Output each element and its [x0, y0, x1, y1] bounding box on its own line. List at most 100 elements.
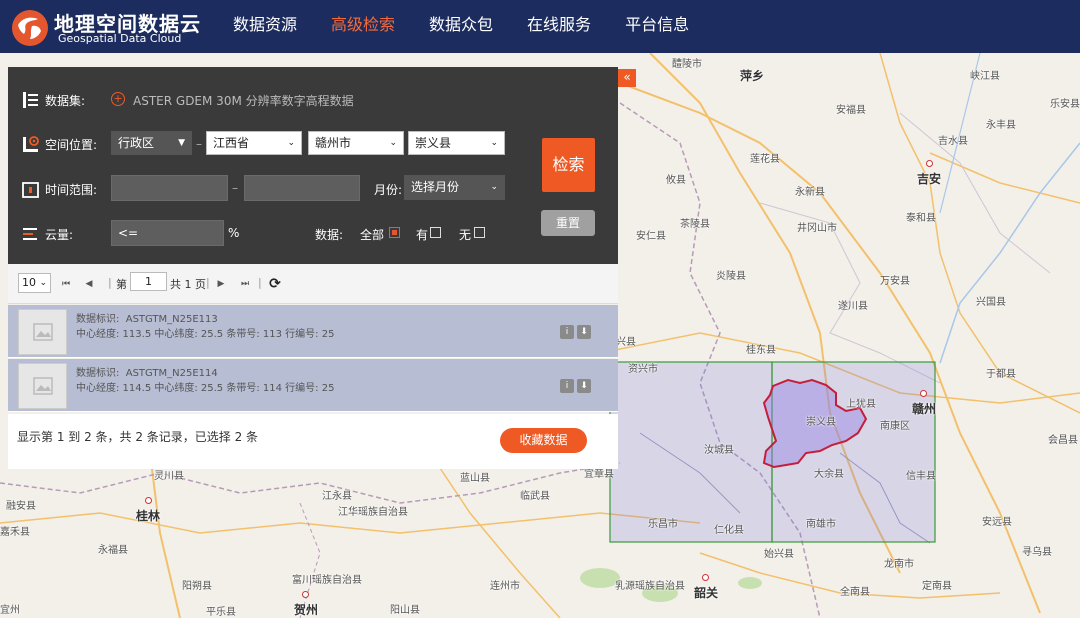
map-label: 临武县 [520, 491, 550, 502]
county-select[interactable]: 崇义县 ⌄ [408, 131, 505, 155]
collapse-panel-button[interactable]: « [618, 69, 636, 87]
page-prefix: 第 [116, 278, 127, 291]
map-label: 始兴县 [764, 549, 794, 560]
pager-separator: | [108, 276, 112, 289]
cloud-label: 云量: [45, 228, 74, 242]
map-label: 阳朔县 [182, 581, 212, 592]
thumbnail-image[interactable] [18, 363, 67, 409]
chevron-down-icon: ⌄ [389, 138, 397, 148]
map-label: 乳源瑶族自治县 [615, 581, 685, 592]
map-label: 韶关 [694, 586, 719, 600]
map-label: 吉安 [917, 172, 942, 186]
refresh-icon[interactable]: ⟳ [266, 274, 284, 294]
nav-online-services[interactable]: 在线服务 [510, 0, 608, 53]
city-select[interactable]: 赣州市 ⌄ [308, 131, 404, 155]
cloud-input[interactable]: <= [111, 220, 224, 246]
start-date-input[interactable] [111, 175, 228, 201]
map-label: 炎陵县 [716, 271, 746, 282]
map-label: 资兴市 [628, 364, 658, 375]
last-page-icon[interactable]: ⏭ [236, 274, 254, 294]
map-label: 仁化县 [714, 525, 744, 536]
city-marker [920, 390, 927, 397]
option-no-label: 无 [459, 228, 472, 242]
map-label: 桂林 [136, 509, 161, 523]
next-page-icon[interactable]: ▶ [212, 274, 230, 294]
map-label: 宜州 [0, 605, 20, 616]
city-marker [145, 497, 152, 504]
search-button[interactable]: 检索 [542, 138, 595, 192]
globe-icon [12, 10, 48, 46]
map-label: 安远县 [982, 517, 1012, 528]
record-id-line: 数据标识: ASTGTM_N25E113 [76, 310, 218, 325]
download-icon[interactable]: ⬇ [577, 325, 591, 339]
map-label: 兴县 [616, 337, 636, 348]
province-value: 江西省 [213, 136, 250, 150]
option-all-checkbox[interactable] [389, 227, 400, 238]
thumbnail-image[interactable] [18, 309, 67, 355]
city-marker [702, 574, 709, 581]
chevron-down-icon: ⌄ [490, 182, 498, 192]
download-icon[interactable]: ⬇ [577, 379, 591, 393]
map-label: 莲花县 [750, 154, 780, 165]
data-label: 数据: [315, 228, 344, 242]
page-size-select[interactable]: 10 ⌄ [18, 273, 51, 293]
first-page-icon[interactable]: ⏮ [57, 274, 75, 294]
option-no-checkbox[interactable] [474, 227, 485, 238]
logo-subtitle: Geospatial Data Cloud [58, 32, 182, 45]
calendar-icon [22, 180, 40, 198]
info-icon[interactable]: i [560, 325, 574, 339]
location-type-value: 行政区 [118, 136, 155, 150]
add-dataset-icon[interactable]: + [111, 92, 125, 106]
map-label: 大余县 [814, 469, 844, 480]
map-label: 崇义县 [806, 417, 836, 428]
map-label: 吉水县 [938, 136, 968, 147]
city-value: 赣州市 [315, 136, 352, 150]
map-label: 乐安县 [1050, 99, 1080, 110]
map-label: 赣州 [912, 402, 937, 416]
list-item[interactable]: 数据标识: ASTGTM_N25E113 中心经度: 113.5 中心纬度: 2… [8, 305, 618, 358]
collect-data-button[interactable]: 收藏数据 [500, 428, 587, 453]
chevron-down-icon: ⌄ [490, 138, 498, 148]
location-type-select[interactable]: 行政区 ▼ [111, 131, 192, 155]
map-label: 灵川县 [154, 471, 184, 482]
nav-data-resources[interactable]: 数据资源 [216, 0, 314, 53]
page-number-input[interactable]: 1 [130, 272, 167, 291]
map-label: 永福县 [98, 545, 128, 556]
info-icon[interactable]: i [560, 379, 574, 393]
nav-crowdsourcing[interactable]: 数据众包 [412, 0, 510, 53]
month-label: 月份: [374, 183, 403, 197]
map-label: 遂川县 [838, 301, 868, 312]
map-label: 贺州 [294, 603, 319, 617]
results-footer: 显示第 1 到 2 条，共 2 条记录，已选择 2 条 收藏数据 [8, 414, 618, 469]
map-label: 江华瑶族自治县 [338, 507, 408, 518]
chevron-down-icon: ⌄ [287, 138, 295, 148]
dataset-value[interactable]: ASTER GDEM 30M 分辨率数字高程数据 [133, 92, 354, 109]
nav-advanced-search[interactable]: 高级检索 [314, 0, 412, 53]
top-header: 地理空间数据云 Geospatial Data Cloud 数据资源 高级检索 … [0, 0, 1080, 53]
separator: – [232, 181, 238, 195]
record-id-value: ASTGTM_N25E113 [125, 314, 218, 325]
option-yes-checkbox[interactable] [430, 227, 441, 238]
list-item[interactable]: 数据标识: ASTGTM_N25E114 中心经度: 114.5 中心纬度: 2… [8, 359, 618, 412]
search-panel: 数据集: + ASTER GDEM 30M 分辨率数字高程数据 空间位置: 行政… [8, 67, 636, 469]
city-marker [926, 160, 933, 167]
province-select[interactable]: 江西省 ⌄ [206, 131, 302, 155]
map-label: 乐昌市 [648, 519, 678, 530]
map-label: 平乐县 [206, 607, 236, 618]
map-label: 安仁县 [636, 231, 666, 242]
end-date-input[interactable] [244, 175, 360, 201]
caret-down-icon: ▼ [178, 138, 185, 148]
map-label: 全南县 [840, 587, 870, 598]
site-logo[interactable]: 地理空间数据云 Geospatial Data Cloud [12, 6, 202, 48]
map-label: 安福县 [836, 105, 866, 116]
map-label: 桂东县 [746, 345, 776, 356]
map-label: 信丰县 [906, 471, 936, 482]
prev-page-icon[interactable]: ◀ [80, 274, 98, 294]
nav-platform-info[interactable]: 平台信息 [608, 0, 706, 53]
location-label: 空间位置: [45, 138, 98, 152]
month-select[interactable]: 选择月份 ⌄ [404, 175, 505, 200]
reset-button[interactable]: 重置 [541, 210, 595, 236]
main-nav: 数据资源 高级检索 数据众包 在线服务 平台信息 [216, 0, 706, 53]
record-id-label: 数据标识: [76, 368, 120, 379]
map-label: 融安县 [6, 501, 36, 512]
